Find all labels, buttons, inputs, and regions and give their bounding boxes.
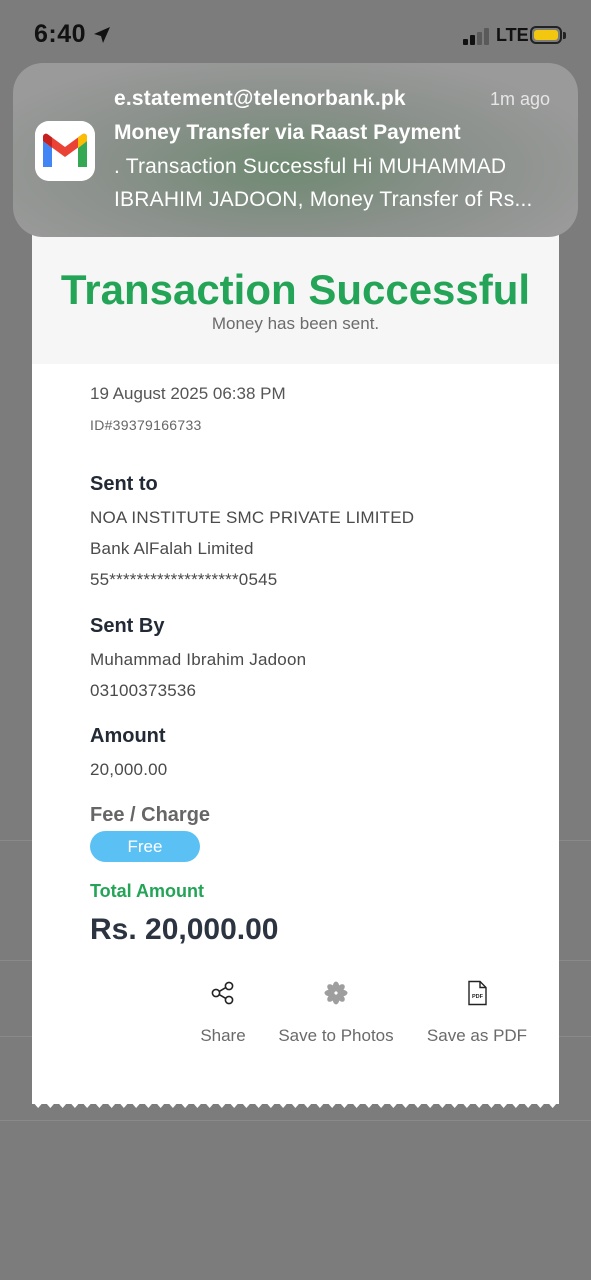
notification-sender: e.statement@telenorbank.pk xyxy=(114,87,406,110)
fee-label: Fee / Charge xyxy=(90,804,211,826)
receipt-torn-edge xyxy=(32,1101,559,1108)
svg-text:PDF: PDF xyxy=(472,994,484,1000)
status-time: 6:40 xyxy=(34,20,87,48)
battery-tip xyxy=(563,32,566,39)
amount-label: Amount xyxy=(90,725,166,747)
share-label: Share xyxy=(200,1026,246,1045)
total-amount-label: Total Amount xyxy=(90,881,204,901)
receipt-title: Transaction Successful xyxy=(60,266,531,313)
share-icon xyxy=(211,981,234,1005)
status-bar: 6:40 LTE xyxy=(0,0,591,72)
recipient-bank: Bank AlFalah Limited xyxy=(90,539,254,558)
save-as-pdf-button[interactable]: PDF Save as PDF xyxy=(424,980,530,1046)
background-divider xyxy=(0,1120,591,1121)
receipt-subtitle: Money has been sent. xyxy=(211,314,380,333)
save-as-pdf-label: Save as PDF xyxy=(426,1026,528,1045)
save-to-photos-button[interactable]: Save to Photos xyxy=(272,980,400,1046)
location-arrow-icon xyxy=(94,27,110,43)
total-amount-value: Rs. 20,000.00 xyxy=(90,913,279,946)
sent-by-label: Sent By xyxy=(90,615,165,637)
photos-icon xyxy=(324,981,348,1005)
receipt-card: Transaction Successful Money has been se… xyxy=(32,200,559,1104)
notification-subject: Money Transfer via Raast Payment xyxy=(114,121,461,144)
recipient-account: 55*******************0545 xyxy=(90,570,278,589)
fee-free-badge: Free xyxy=(90,831,200,862)
battery-icon xyxy=(530,26,562,44)
share-button[interactable]: Share xyxy=(190,980,256,1046)
notification-time: 1m ago xyxy=(489,89,550,109)
pdf-icon: PDF xyxy=(468,980,487,1006)
transaction-id: ID#39379166733 xyxy=(90,417,202,433)
sender-phone: 03100373536 xyxy=(90,681,197,700)
cellular-signal-icon xyxy=(463,28,491,45)
email-notification-banner[interactable]: e.statement@telenorbank.pk 1m ago Money … xyxy=(13,63,578,237)
gmail-icon xyxy=(35,121,95,181)
network-type: LTE xyxy=(496,25,529,45)
amount-value: 20,000.00 xyxy=(90,760,168,779)
notification-preview-line-1: . Transaction Successful Hi MUHAMMAD xyxy=(114,155,507,178)
sender-name: Muhammad Ibrahim Jadoon xyxy=(90,650,307,669)
transaction-datetime: 19 August 2025 06:38 PM xyxy=(90,384,286,403)
recipient-name: NOA INSTITUTE SMC PRIVATE LIMITED xyxy=(90,508,415,527)
sent-to-label: Sent to xyxy=(90,473,158,495)
save-to-photos-label: Save to Photos xyxy=(278,1026,394,1045)
notification-preview-line-2: IBRAHIM JADOON, Money Transfer of Rs... xyxy=(114,188,533,211)
